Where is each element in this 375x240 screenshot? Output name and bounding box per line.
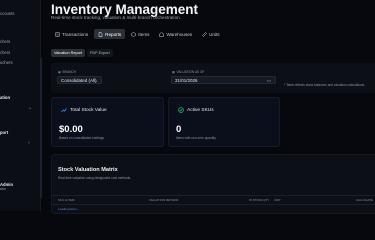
active-skus-card: Active SKUs 0 Items with non-zero quanti… <box>168 97 280 147</box>
matrix-title: Stock Valuation Matrix <box>58 167 118 173</box>
main-tabs: Transactions Reports Items Warehouses Un… <box>51 29 224 39</box>
tab-label: Reports <box>105 31 122 37</box>
tab-label: Transactions <box>62 31 89 37</box>
column-header[interactable]: VALUATION METHOD <box>149 198 178 202</box>
date-label-text: VALUATION AS OF <box>176 70 205 74</box>
branch-value: Consolidated (All) <box>61 77 97 83</box>
tab-warehouses[interactable]: Warehouses <box>155 29 196 39</box>
branch-label-text: BRANCH <box>62 70 76 74</box>
box-icon <box>131 31 136 37</box>
tab-reports[interactable]: Reports <box>94 29 126 39</box>
date-label: ▦ VALUATION AS OF <box>172 70 204 74</box>
card-title-text: Total Stock Value <box>70 107 107 113</box>
sidebar-item[interactable]: ccounts <box>0 11 14 16</box>
branch-label: ▣ BRANCH <box>58 70 76 74</box>
sidebar: ccounts chers chers uchers ation port Ad… <box>0 0 41 211</box>
tab-label: Items <box>138 31 150 37</box>
filter-note: * Table reflects stock balances and valu… <box>284 83 366 87</box>
date-value: 31/01/2026 <box>175 77 198 83</box>
filter-panel: ▣ BRANCH Consolidated (All) ⌄ ▦ VALUATIO… <box>51 63 375 93</box>
card-subtext: Items with non-zero quantity <box>176 136 216 140</box>
column-header[interactable]: CALCULATE <box>356 198 373 202</box>
column-header[interactable]: UNIT <box>274 198 281 202</box>
tab-valuation-report[interactable]: Valuation Report <box>51 49 86 57</box>
page-subtitle: Real-time stock tracking, valuation & mu… <box>51 15 181 20</box>
tab-pdf-export[interactable]: PDF Export <box>87 49 113 57</box>
sidebar-item[interactable]: chers <box>0 50 10 55</box>
branch-select[interactable]: Consolidated (All) ⌄ <box>57 76 102 84</box>
document-icon <box>98 31 103 37</box>
report-tabs: Valuation Report PDF Export <box>51 49 113 57</box>
card-value: 0 <box>176 124 182 135</box>
card-title: Total Stock Value <box>61 107 107 113</box>
column-header[interactable]: IN STOCK QTY <box>249 198 269 202</box>
chevron-down-icon[interactable]: ⌄ <box>28 105 32 111</box>
chevron-right-icon[interactable]: › <box>28 140 30 146</box>
card-subtext: Based on consolidated holdings <box>59 136 105 140</box>
warehouse-icon <box>159 31 165 37</box>
sidebar-item[interactable]: ation <box>0 95 10 100</box>
tab-label: Units <box>209 31 220 37</box>
table-header: SKU & ITEM VALUATION METHOD IN STOCK QTY… <box>52 195 375 205</box>
card-title-text: Active SKUs <box>187 107 214 113</box>
trend-icon <box>61 107 67 113</box>
ruler-icon <box>202 31 207 37</box>
tab-units[interactable]: Units <box>198 29 223 39</box>
check-circle-icon <box>178 107 184 113</box>
sidebar-item[interactable]: chers <box>0 39 10 44</box>
total-stock-value-card: Total Stock Value $0.00 Based on consoli… <box>51 97 164 147</box>
tab-label: Warehouses <box>166 31 193 37</box>
chevron-down-icon: ⌄ <box>94 78 98 83</box>
tab-transactions[interactable]: Transactions <box>51 29 92 39</box>
sidebar-item[interactable]: uchers <box>0 60 13 65</box>
calendar-icon: ▦ <box>172 70 176 74</box>
list-icon <box>55 31 60 37</box>
card-value: $0.00 <box>59 124 83 135</box>
calendar-picker-icon[interactable]: ▭ <box>267 78 271 84</box>
sidebar-item[interactable]: port <box>0 130 8 135</box>
date-input[interactable]: 31/01/2026 ▭ <box>171 76 276 84</box>
card-title: Active SKUs <box>178 107 214 113</box>
column-header[interactable]: SKU & ITEM <box>58 198 74 202</box>
building-icon: ▣ <box>58 70 62 74</box>
table-row[interactable]: Loading items... <box>58 207 79 211</box>
matrix-subtitle: Real-time valuation using designated cos… <box>58 176 131 180</box>
sidebar-scrollbar[interactable] <box>40 58 42 198</box>
stock-valuation-matrix: Stock Valuation Matrix Real-time valuati… <box>51 154 375 214</box>
sidebar-item-role: ator <box>0 187 6 191</box>
tab-items[interactable]: Items <box>127 29 153 39</box>
